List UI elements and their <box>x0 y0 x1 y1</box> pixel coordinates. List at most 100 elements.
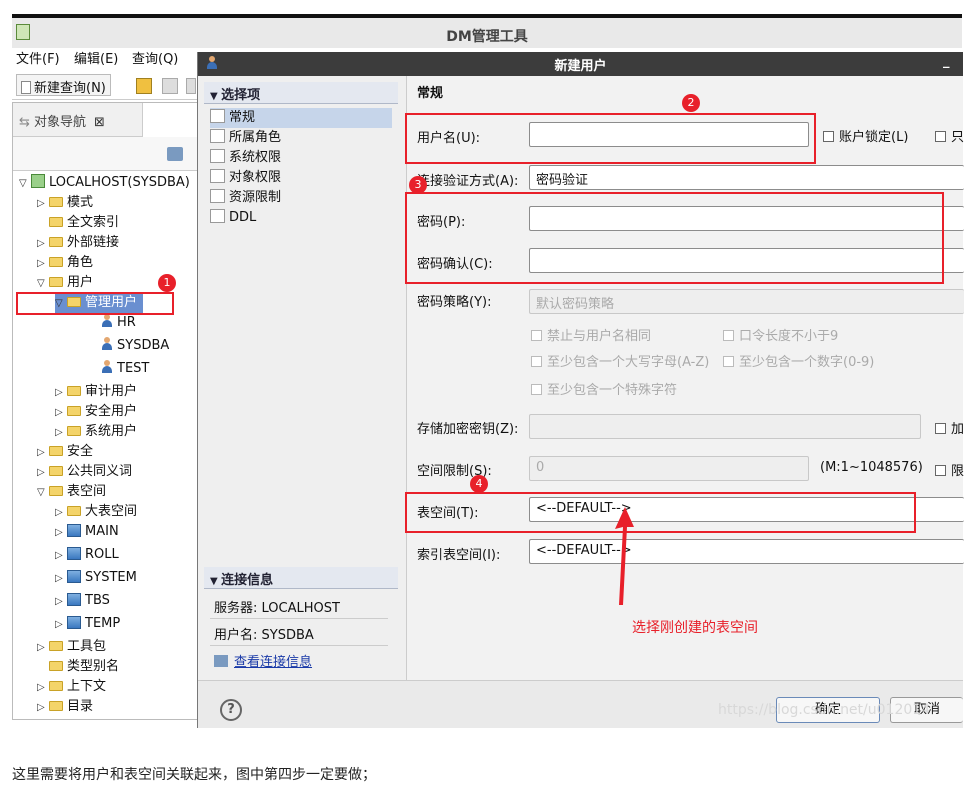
menu-file[interactable]: 文件(F) <box>16 48 60 67</box>
save-all-icon[interactable] <box>186 78 196 94</box>
expand-icon[interactable]: ▽ <box>37 274 47 294</box>
tree-item[interactable]: ▽ 表空间 <box>37 482 106 502</box>
tree-item[interactable]: ▷ 工具包 <box>37 637 106 657</box>
collapse-icon[interactable]: ▷ <box>37 678 47 698</box>
close-icon[interactable]: ⊠ <box>94 115 105 130</box>
collapse-icon[interactable]: ▷ <box>55 403 65 423</box>
annotation-box-2 <box>405 113 816 164</box>
collapse-icon[interactable]: ▷ <box>37 698 47 718</box>
storage-key-input[interactable] <box>529 414 921 439</box>
space-limit-input[interactable]: 0 <box>529 456 809 481</box>
view-connection-link[interactable]: 查看连接信息 <box>214 651 312 670</box>
tree-item[interactable]: ▷ 审计用户 <box>55 382 137 402</box>
option-item[interactable]: DDL <box>210 208 256 228</box>
collapse-icon[interactable]: ▷ <box>55 383 65 403</box>
auth-method-select[interactable]: 密码验证 <box>529 165 964 190</box>
option-item[interactable]: 所属角色 <box>210 128 281 148</box>
collapse-icon[interactable]: ▷ <box>55 546 65 566</box>
tree-item[interactable]: TEST <box>89 359 149 379</box>
password-policy-select[interactable]: 默认密码策略 <box>529 289 964 314</box>
document-icon <box>210 129 225 143</box>
collapse-icon[interactable]: ▷ <box>55 569 65 589</box>
tree-item[interactable]: ▷ 外部链接 <box>37 233 119 253</box>
option-item[interactable]: 系统权限 <box>210 148 281 168</box>
tree-item[interactable]: ▷ ROLL <box>55 545 119 565</box>
tree-item-label: ROLL <box>85 547 119 562</box>
collapse-icon[interactable]: ▷ <box>37 638 47 658</box>
policy-option-checkbox[interactable]: 至少包含一个特殊字符 <box>531 379 677 398</box>
checkbox-box <box>531 330 542 341</box>
tree-item[interactable]: 类型别名 <box>37 657 119 677</box>
collapse-icon[interactable]: ▷ <box>37 463 47 483</box>
tree-item-label: 目录 <box>67 699 94 714</box>
tree-item[interactable]: ▽ 用户 <box>37 273 93 293</box>
expand-icon[interactable]: ▽ <box>37 483 47 503</box>
tree-item[interactable]: ▷ TEMP <box>55 614 120 634</box>
option-item[interactable]: 对象权限 <box>210 168 281 188</box>
policy-option-checkbox[interactable]: 禁止与用户名相同 <box>531 325 651 344</box>
readonly-checkbox[interactable]: 只 <box>935 126 964 145</box>
option-label: 资源限制 <box>229 190 282 205</box>
collapse-icon[interactable]: ▷ <box>55 615 65 635</box>
navigator-tab[interactable]: ⇆ 对象导航 ⊠ <box>13 103 143 137</box>
tree-item-label: SYSTEM <box>85 570 137 585</box>
encrypt-checkbox[interactable]: 加 <box>935 418 964 437</box>
tree-item[interactable]: ▷ SYSTEM <box>55 568 137 588</box>
connection-header-label: 连接信息 <box>221 573 274 588</box>
collapse-icon[interactable]: ▷ <box>37 194 47 214</box>
user-icon <box>101 337 113 351</box>
policy-option-checkbox[interactable]: 口令长度不小于9 <box>723 325 838 344</box>
tree-item[interactable]: ▽ LOCALHOST(SYSDBA) <box>19 173 190 193</box>
limit-checkbox[interactable]: 限 <box>935 460 964 479</box>
tree-item[interactable]: 全文索引 <box>37 213 119 233</box>
collapse-icon[interactable]: ▷ <box>37 234 47 254</box>
folder-icon <box>49 197 63 207</box>
minimize-icon[interactable]: _ <box>943 54 950 69</box>
option-label: DDL <box>229 210 257 225</box>
connection-user: 用户名: SYSDBA <box>214 628 314 643</box>
policy-option-checkbox[interactable]: 至少包含一个大写字母(A-Z) <box>531 351 709 370</box>
policy-option-checkbox[interactable]: 至少包含一个数字(0-9) <box>723 351 874 370</box>
tree-item[interactable]: ▷ 公共同义词 <box>37 462 132 482</box>
connect-icon[interactable] <box>167 147 183 161</box>
collapse-icon[interactable]: ▷ <box>37 443 47 463</box>
connection-server: 服务器: LOCALHOST <box>214 601 340 616</box>
collapse-icon[interactable]: ▷ <box>55 523 65 543</box>
tree-item[interactable]: SYSDBA <box>89 336 169 356</box>
account-lock-checkbox[interactable]: 账户锁定(L) <box>823 126 908 145</box>
tree-item[interactable]: ▷ 角色 <box>37 253 93 273</box>
help-icon[interactable]: ? <box>220 699 242 721</box>
checkbox-box <box>723 330 734 341</box>
document-icon <box>210 149 225 163</box>
menu-query[interactable]: 查询(Q) <box>132 48 178 67</box>
tree-item[interactable]: ▷ 安全 <box>37 442 93 462</box>
policy-option-label: 至少包含一个大写字母(A-Z) <box>547 355 710 370</box>
collapse-icon[interactable]: ▷ <box>55 592 65 612</box>
collapse-icon[interactable]: ▷ <box>55 503 65 523</box>
divider <box>210 618 388 619</box>
option-item[interactable]: 常规 <box>210 108 392 128</box>
tree-item[interactable]: ▷ 安全用户 <box>55 402 137 422</box>
annotation-box-3 <box>405 192 944 284</box>
tree-item[interactable]: ▷ 大表空间 <box>55 502 137 522</box>
tree-item[interactable]: ▷ 目录 <box>37 697 93 717</box>
tree-item[interactable]: ▷ MAIN <box>55 522 119 542</box>
open-file-icon[interactable] <box>136 78 152 94</box>
save-icon[interactable] <box>162 78 178 94</box>
options-header[interactable]: ▼ 选择项 <box>204 82 398 104</box>
tree-item[interactable]: ▷ 系统用户 <box>55 422 137 442</box>
tree-item[interactable]: HR <box>89 313 136 333</box>
connection-header[interactable]: ▼ 连接信息 <box>204 567 398 589</box>
tree-item[interactable]: ▷ TBS <box>55 591 110 611</box>
expand-icon[interactable]: ▽ <box>19 174 29 194</box>
checkbox-box <box>823 131 834 142</box>
new-query-button[interactable]: 新建查询(N) <box>16 74 111 96</box>
tree-item[interactable]: ▷ 上下文 <box>37 677 106 697</box>
menu-edit[interactable]: 编辑(E) <box>74 48 118 67</box>
option-item[interactable]: 资源限制 <box>210 188 281 208</box>
collapse-icon[interactable]: ▷ <box>55 423 65 443</box>
toolbar: 新建查询(N) <box>12 70 198 100</box>
index-tablespace-select[interactable]: <--DEFAULT--> <box>529 539 964 564</box>
tree-item[interactable]: ▷ 模式 <box>37 193 93 213</box>
collapse-icon[interactable]: ▷ <box>37 254 47 274</box>
